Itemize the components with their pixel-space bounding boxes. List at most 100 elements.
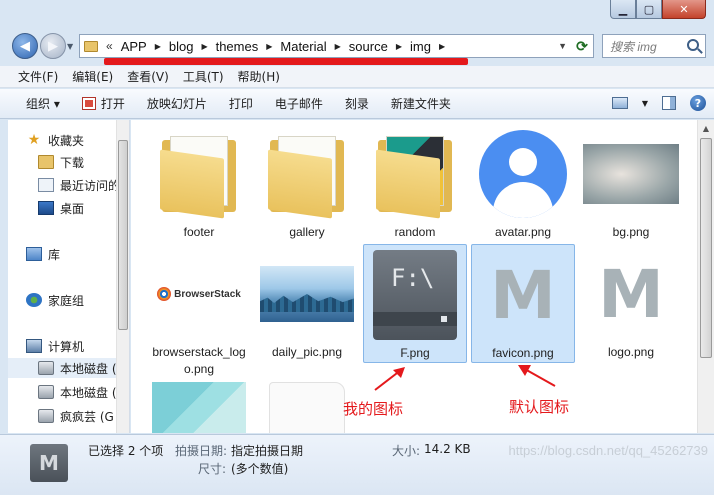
file-list-scrollbar[interactable]: ▲ (697, 120, 714, 433)
breadcrumb-blog[interactable]: blog (169, 39, 194, 54)
file-list-scroll-thumb[interactable] (700, 138, 712, 358)
back-button[interactable]: ◀ (12, 33, 38, 59)
nav-libraries[interactable]: 库 (8, 244, 60, 264)
breadcrumb-chevron-icon[interactable]: ▶ (396, 42, 402, 51)
minimize-button[interactable]: ▁ (610, 0, 636, 19)
preview-pane-icon[interactable] (662, 96, 676, 110)
browserstack-logo-icon (157, 287, 172, 301)
address-history-dropdown[interactable]: ▼ (558, 41, 567, 51)
forward-button[interactable]: ▶ (40, 33, 66, 59)
file-name: F.png (400, 346, 430, 360)
file-item-favicon[interactable]: M favicon.png (471, 244, 575, 363)
search-placeholder: 搜索 img (610, 39, 657, 54)
folder-icon (84, 40, 98, 52)
breadcrumb-material[interactable]: Material (280, 39, 326, 54)
date-key: 拍摄日期: (175, 444, 228, 458)
nav-computer[interactable]: 计算机 (8, 336, 84, 356)
breadcrumb-overflow[interactable]: « (106, 39, 113, 53)
file-item-logo[interactable]: M logo.png (579, 244, 683, 361)
file-name: gallery (289, 225, 325, 239)
breadcrumb-chevron-icon[interactable]: ▶ (439, 42, 445, 51)
breadcrumb-source[interactable]: source (349, 39, 388, 54)
nav-recent-label: 最近访问的 (60, 178, 121, 193)
menu-edit[interactable]: 编辑(E) (72, 68, 113, 85)
organize-button[interactable]: 组织 ▾ (26, 95, 60, 112)
navpane-scroll-thumb[interactable] (118, 140, 128, 330)
material-m-thumbnail: M (598, 255, 664, 333)
recent-pages-dropdown[interactable]: ▼ (67, 42, 73, 51)
breadcrumb-chevron-icon[interactable]: ▶ (335, 42, 341, 51)
refresh-icon[interactable]: ⟳ (573, 37, 591, 55)
file-item-partial-1[interactable] (147, 382, 251, 433)
maximize-button[interactable]: ▢ (636, 0, 662, 19)
navpane-scrollbar[interactable] (116, 120, 129, 433)
toolbar-right: ▼ ? (611, 95, 706, 111)
print-button[interactable]: 打印 (229, 95, 253, 112)
selected-count: 已选择 2 个项 (88, 444, 164, 458)
nav-disk-1[interactable]: 本地磁盘 ( (8, 358, 128, 378)
close-button[interactable]: ✕ (662, 0, 706, 19)
image-thumbnail (152, 382, 246, 433)
explorer-window: ▁ ▢ ✕ ◀ ▶ ▼ « APP ▶ blog ▶ themes ▶ Mate… (0, 0, 714, 495)
menu-view[interactable]: 查看(V) (127, 68, 169, 85)
drive-thumbnail: F:\ (373, 250, 457, 340)
command-toolbar: 组织 ▾ 打开 放映幻灯片 打印 电子邮件 刻录 新建文件夹 ▼ ? (0, 89, 714, 119)
nav-libraries-label: 库 (48, 247, 61, 262)
red-arrow-icon (374, 367, 405, 391)
menu-file[interactable]: 文件(F) (18, 68, 58, 85)
file-item-random[interactable]: random (363, 124, 467, 241)
nav-disk-2[interactable]: 本地磁盘 ( (8, 382, 117, 402)
file-item-daily-pic[interactable]: daily_pic.png (255, 244, 359, 361)
avatar-thumbnail (479, 130, 567, 218)
nav-desktop[interactable]: 桌面 (8, 198, 84, 218)
address-controls: ▼ ⟳ (558, 37, 591, 55)
file-name: bg.png (612, 225, 650, 239)
file-list: footer gallery random avatar.png bg.png (131, 120, 697, 433)
breadcrumb-chevron-icon[interactable]: ▶ (155, 42, 161, 51)
nav-downloads[interactable]: 下载 (8, 152, 84, 172)
breadcrumb-chevron-icon[interactable]: ▶ (201, 42, 207, 51)
details-pane: M 已选择 2 个项 拍摄日期: 指定拍摄日期 大小: 14.2 KB 尺寸: … (0, 434, 714, 495)
new-folder-button[interactable]: 新建文件夹 (391, 95, 451, 112)
file-item-f-png[interactable]: F:\ F.png (363, 244, 467, 363)
browserstack-thumbnail: BrowserStack (157, 287, 241, 301)
computer-icon (26, 339, 42, 353)
disk-icon (38, 385, 54, 399)
size-value: 14.2 KB (424, 442, 471, 456)
open-button[interactable]: 打开 (81, 95, 125, 112)
file-item-bg[interactable]: bg.png (579, 124, 683, 241)
red-highlight-line (104, 58, 468, 65)
breadcrumb-img[interactable]: img (410, 39, 431, 54)
menu-help[interactable]: 帮助(H) (238, 68, 280, 85)
nav-recent[interactable]: 最近访问的 (8, 175, 120, 195)
help-icon[interactable]: ? (690, 95, 706, 111)
email-button[interactable]: 电子邮件 (275, 95, 323, 112)
search-icon[interactable] (687, 39, 699, 51)
burn-button[interactable]: 刻录 (345, 95, 369, 112)
view-dropdown-icon[interactable]: ▼ (642, 99, 648, 108)
folder-icon (156, 134, 242, 219)
file-item-avatar[interactable]: avatar.png (471, 124, 575, 241)
nav-disk-3[interactable]: 疯疯芸 (G (8, 406, 114, 426)
address-bar[interactable]: « APP ▶ blog ▶ themes ▶ Material ▶ sourc… (79, 34, 594, 58)
nav-disk-1-label: 本地磁盘 ( (60, 361, 117, 376)
selection-thumbnail: M (30, 444, 68, 482)
file-item-gallery[interactable]: gallery (255, 124, 359, 241)
breadcrumb-themes[interactable]: themes (216, 39, 259, 54)
date-value[interactable]: 指定拍摄日期 (231, 442, 303, 459)
file-name: daily_pic.png (271, 345, 343, 359)
search-input[interactable]: 搜索 img (602, 34, 706, 58)
nav-favorites[interactable]: ★ 收藏夹 (8, 130, 84, 150)
breadcrumb-app[interactable]: APP (121, 39, 147, 54)
nav-computer-label: 计算机 (48, 339, 85, 354)
annotation-default-icon: 默认图标 (509, 398, 570, 416)
file-item-footer[interactable]: footer (147, 124, 251, 241)
menu-tools[interactable]: 工具(T) (183, 68, 224, 85)
slideshow-button[interactable]: 放映幻灯片 (147, 95, 207, 112)
change-view-icon[interactable] (611, 97, 628, 109)
breadcrumb-chevron-icon[interactable]: ▶ (266, 42, 272, 51)
file-item-browserstack-logo[interactable]: BrowserStack browserstack_logo.png (147, 244, 251, 378)
nav-homegroup[interactable]: 家庭组 (8, 290, 84, 310)
scroll-up-icon[interactable]: ▲ (698, 120, 714, 137)
menu-bar: 文件(F) 编辑(E) 查看(V) 工具(T) 帮助(H) (0, 66, 714, 88)
